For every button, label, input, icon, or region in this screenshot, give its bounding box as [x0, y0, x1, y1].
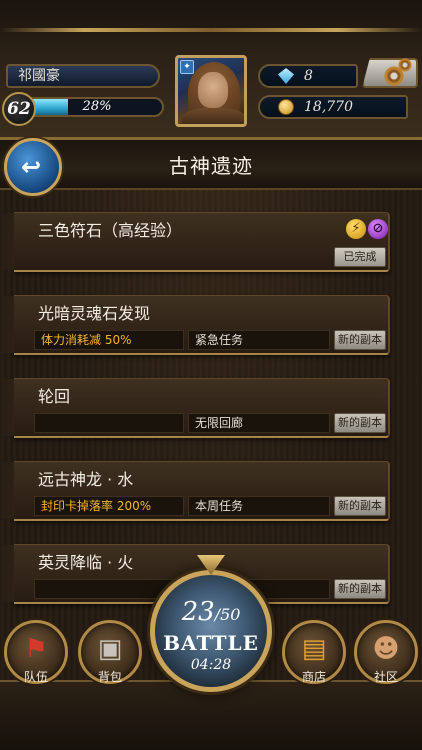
quest-title: 光暗灵魂石发现 [38, 304, 151, 323]
page-title: 古神遗迹 [169, 154, 253, 178]
gem-counter[interactable]: 8 [258, 64, 358, 88]
quest-type: 无限回廊 [188, 413, 330, 433]
stamina-max: /50 [214, 605, 241, 624]
battle-label: BATTLE [163, 631, 259, 655]
exp-bar: 28% [30, 97, 164, 117]
stamina-timer: 04:28 [190, 657, 232, 673]
exp-percent: 28% [82, 99, 112, 114]
dark-element-icon: ⊘ [368, 219, 388, 239]
new-stage-badge: 新的副本 [334, 413, 386, 433]
avatar-face [198, 72, 228, 108]
player-name: 祁國豪 [6, 64, 160, 88]
quest-item[interactable]: 轮回 无限回廊 新的副本 [0, 378, 390, 438]
element-icons: ⚡ ⊘ [346, 219, 390, 241]
community-label: 社区 [373, 670, 398, 684]
level-badge: 62 [2, 92, 36, 126]
bag-label: 背包 [97, 670, 122, 684]
quest-item[interactable]: 三色符石（高经验） ⚡ ⊘ 已完成 [0, 212, 390, 272]
avatar-coat [182, 108, 244, 124]
stamina-current: 23 [181, 597, 215, 627]
flag-icon: ⚑ [24, 634, 48, 664]
battle-button[interactable]: 23/50 BATTLE 04:28 [150, 570, 272, 692]
bag-icon: ▣ [97, 634, 123, 664]
quest-title: 远古神龙 · 水 [38, 470, 134, 489]
gear-small-icon [398, 58, 412, 72]
gem-icon [278, 68, 294, 84]
shop-label: 商店 [301, 670, 326, 684]
stamina-display: 23/50 [155, 597, 267, 627]
light-element-icon: ⚡ [346, 219, 366, 239]
quest-type: 紧急任务 [188, 330, 330, 350]
quest-buff [34, 413, 184, 433]
quest-title: 轮回 [38, 387, 71, 406]
avatar-attribute-icon: ✦ [180, 60, 194, 74]
quest-title: 英灵降临 · 火 [38, 553, 134, 572]
quest-buff: 体力消耗减 50% [34, 330, 184, 350]
people-icon: ☻ [372, 634, 400, 664]
quest-title: 三色符石（高经验） [38, 221, 183, 240]
quest-item[interactable]: 远古神龙 · 水 封印卡掉落率 200% 本周任务 新的副本 [0, 461, 390, 521]
quest-type: 本周任务 [188, 496, 330, 516]
gold-counter[interactable]: 18,770 [258, 95, 408, 119]
treasure-chest-icon: ▤ [301, 634, 327, 664]
quest-buff: 封印卡掉落率 200% [34, 496, 184, 516]
new-stage-badge: 新的副本 [334, 579, 386, 599]
quest-item[interactable]: 光暗灵魂石发现 体力消耗减 50% 紧急任务 新的副本 [0, 295, 390, 355]
new-stage-badge: 新的副本 [334, 330, 386, 350]
team-label: 队伍 [23, 670, 48, 684]
player-avatar[interactable]: ✦ [175, 55, 247, 127]
gold-count: 18,770 [304, 99, 353, 115]
gem-count: 8 [304, 68, 313, 84]
gold-coin-icon [278, 99, 294, 115]
header-ornament [0, 28, 422, 32]
new-stage-badge: 新的副本 [334, 496, 386, 516]
completed-badge: 已完成 [334, 247, 386, 267]
settings-button[interactable] [362, 58, 418, 88]
